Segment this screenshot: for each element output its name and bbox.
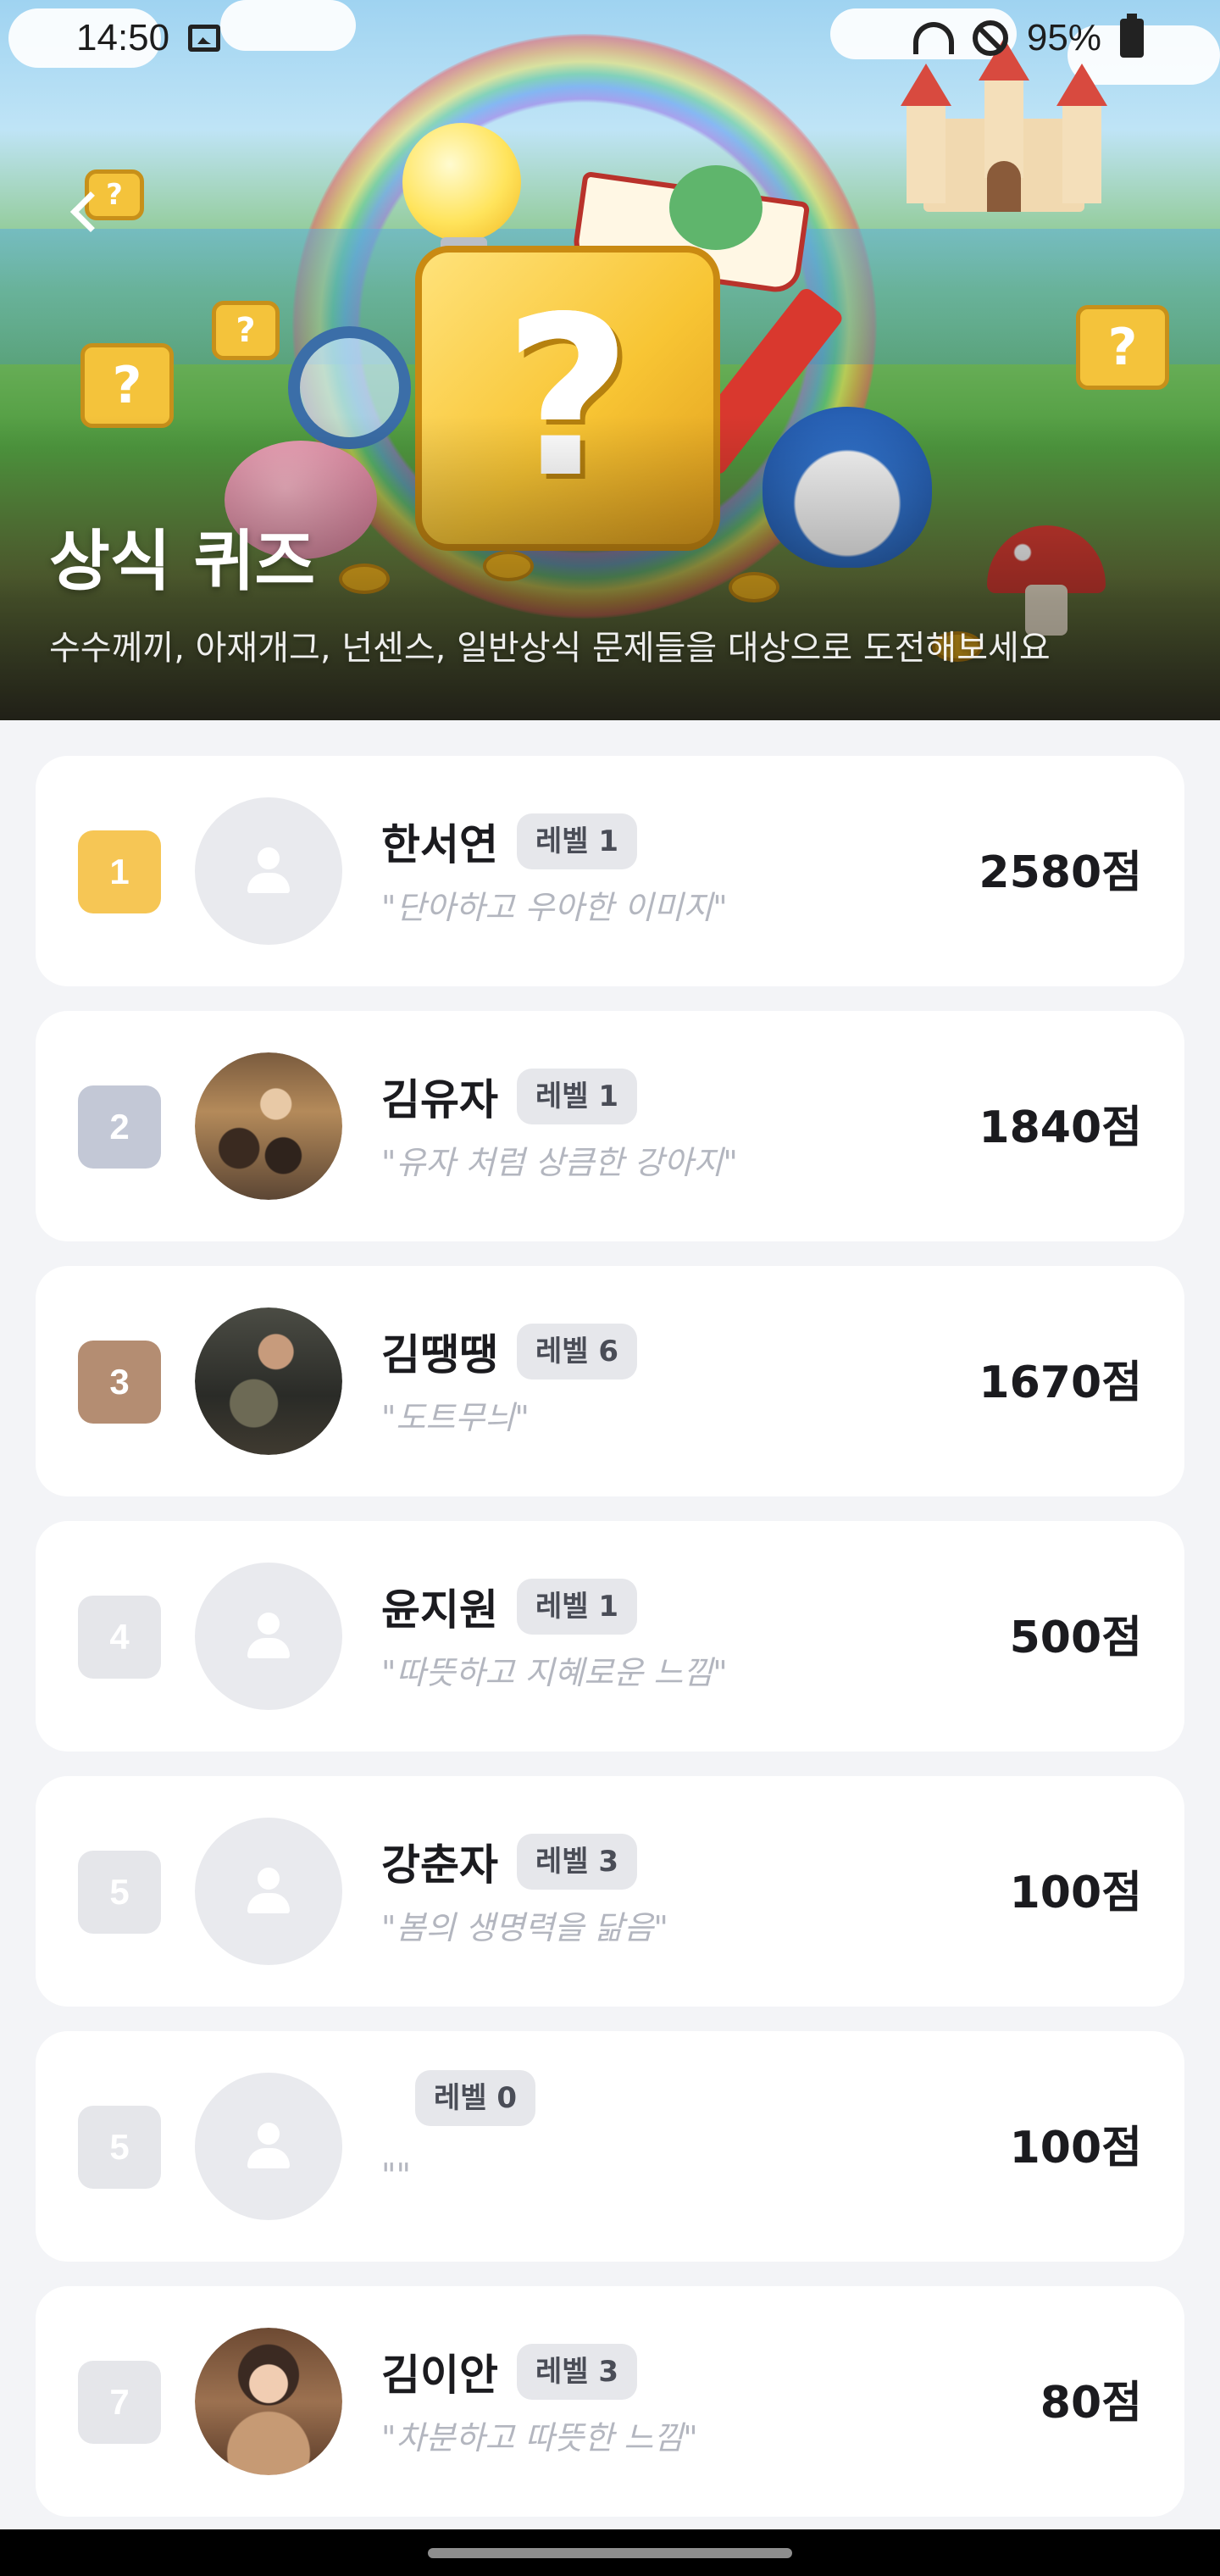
- level-badge: 레벨 0: [415, 2070, 536, 2126]
- level-badge: 레벨 3: [517, 1834, 638, 1890]
- user-motto: "차분하고 따뜻한 느낌": [381, 2419, 698, 2457]
- level-badge: 레벨 6: [517, 1324, 638, 1380]
- user-name: 김땡땡: [381, 1330, 498, 1380]
- battery-percent: 95%: [1026, 17, 1101, 58]
- level-badge: 레벨 3: [517, 2344, 638, 2400]
- user-name: 김유자: [381, 1075, 498, 1124]
- profile-photo: [195, 1052, 342, 1200]
- image-icon: [188, 25, 221, 52]
- avatar: [195, 2073, 342, 2220]
- chevron-left-icon: [69, 191, 112, 233]
- rank-badge: 3: [78, 1341, 161, 1424]
- avatar: [195, 797, 342, 945]
- wifi-icon: [912, 22, 954, 54]
- avatar: [195, 1818, 342, 1965]
- battery-charging-icon: [1120, 14, 1144, 58]
- user-motto: "단아하고 우아한 이미지": [381, 889, 728, 926]
- user-motto: "봄의 생명력을 닮음": [381, 1909, 668, 1946]
- level-badge: 레벨 1: [517, 1069, 638, 1124]
- user-motto: "유자 처럼 상큼한 강아지": [381, 1144, 738, 1181]
- back-button[interactable]: [53, 178, 120, 246]
- level-badge: 레벨 1: [517, 1579, 638, 1635]
- user-name: 강춘자: [381, 1840, 498, 1890]
- rank-badge: 5: [78, 2106, 161, 2189]
- score: 1670점: [979, 1357, 1142, 1408]
- user-name: 한서연: [381, 820, 498, 869]
- rank-badge: 4: [78, 1596, 161, 1679]
- user-name: 김이안: [381, 2351, 498, 2400]
- page-subtitle: 수수께끼, 아재개그, 넌센스, 일반상식 문제들을 대상으로 도전해보세요: [49, 629, 1051, 668]
- score: 500점: [1009, 1613, 1142, 1663]
- rank-badge: 2: [78, 1085, 161, 1169]
- person-icon: [246, 1868, 291, 1915]
- ranking-item[interactable]: 3 김땡땡 레벨 6 "도트무늬" 1670점: [36, 1266, 1184, 1496]
- rank-badge: 1: [78, 830, 161, 913]
- ranking-list: 1 한서연 레벨 1 "단아하고 우아한 이미지" 2580점 2 김유자 레벨…: [36, 756, 1184, 2541]
- profile-photo: [195, 1307, 342, 1455]
- rank-badge: 7: [78, 2361, 161, 2444]
- header-banner: ? ? ? ? ? 14:50 95% 상식 퀴즈 수수께끼, 아재개그, 넌센…: [0, 0, 1220, 720]
- status-time: 14:50: [76, 17, 170, 58]
- ranking-item[interactable]: 7 김이안 레벨 3 "차분하고 따뜻한 느낌" 80점: [36, 2286, 1184, 2517]
- avatar: [195, 2328, 342, 2475]
- home-gesture-handle[interactable]: [428, 2548, 792, 2558]
- score: 100점: [1009, 1868, 1142, 1918]
- user-motto: "따뜻하고 지혜로운 느낌": [381, 1654, 728, 1691]
- user-motto: "": [381, 2157, 411, 2194]
- person-icon: [246, 847, 291, 895]
- system-navigation-bar: [0, 2529, 1220, 2576]
- profile-photo: [195, 2328, 342, 2475]
- status-bar: 14:50 95%: [0, 0, 1220, 76]
- score: 2580점: [979, 847, 1142, 898]
- ranking-item[interactable]: 1 한서연 레벨 1 "단아하고 우아한 이미지" 2580점: [36, 756, 1184, 986]
- page-title: 상식 퀴즈: [49, 524, 316, 600]
- score: 100점: [1009, 2123, 1142, 2174]
- user-motto: "도트무늬": [381, 1399, 530, 1436]
- avatar: [195, 1052, 342, 1200]
- level-badge: 레벨 1: [517, 813, 638, 869]
- score: 1840점: [979, 1102, 1142, 1153]
- ranking-item[interactable]: 5 강춘자 레벨 3 "봄의 생명력을 닮음" 100점: [36, 1776, 1184, 2007]
- person-icon: [246, 2123, 291, 2170]
- ranking-item[interactable]: 4 윤지원 레벨 1 "따뜻하고 지혜로운 느낌" 500점: [36, 1521, 1184, 1752]
- ranking-item[interactable]: 2 김유자 레벨 1 "유자 처럼 상큼한 강아지" 1840점: [36, 1011, 1184, 1241]
- ranking-item[interactable]: 5 레벨 0 "" 100점: [36, 2031, 1184, 2262]
- avatar: [195, 1563, 342, 1710]
- user-name: 윤지원: [381, 1585, 498, 1635]
- do-not-disturb-icon: [972, 20, 1008, 56]
- rank-badge: 5: [78, 1851, 161, 1934]
- avatar: [195, 1307, 342, 1455]
- score: 80점: [1040, 2378, 1142, 2429]
- person-icon: [246, 1613, 291, 1660]
